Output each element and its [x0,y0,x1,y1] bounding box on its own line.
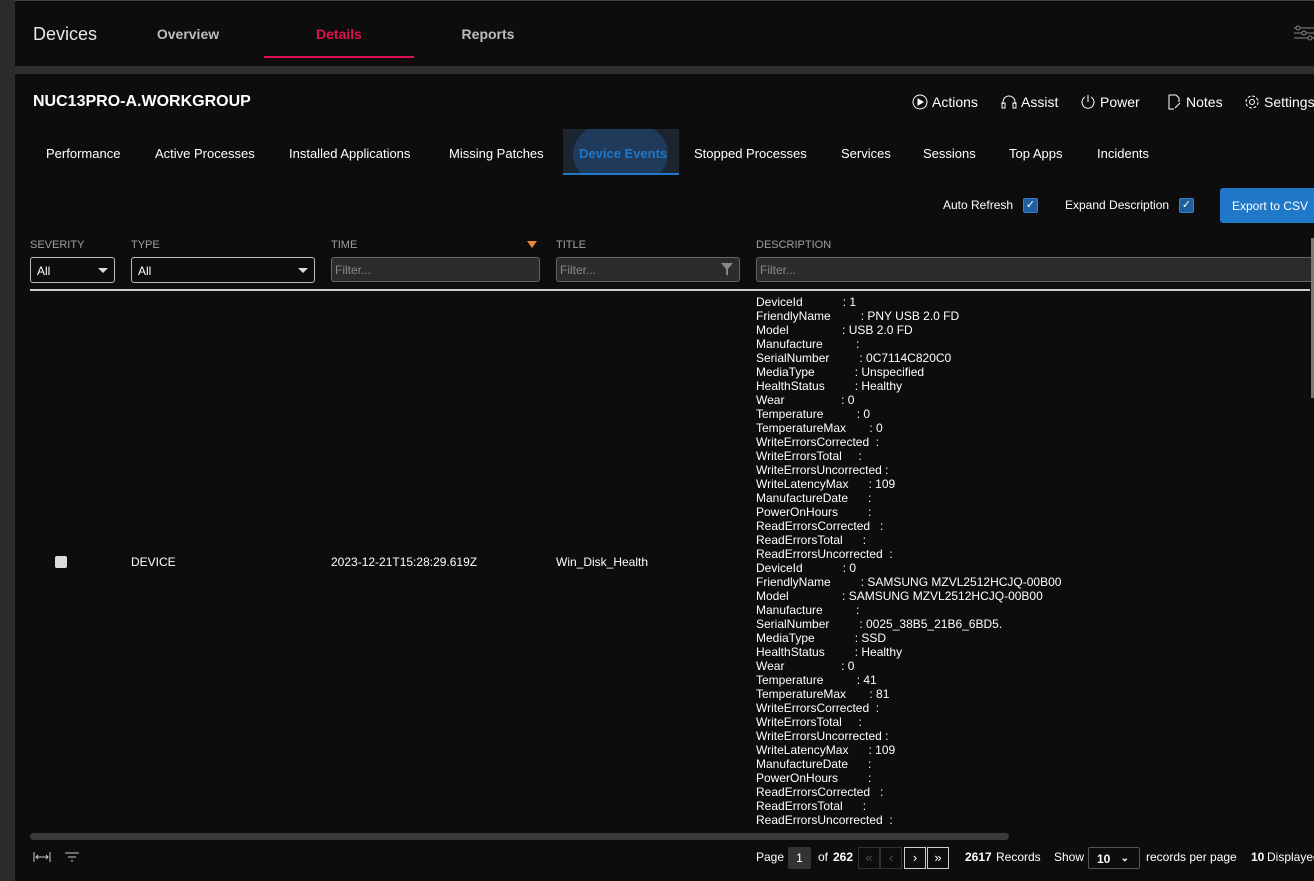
sort-desc-icon[interactable] [527,241,537,248]
total-pages: 262 [833,850,854,864]
subtab-incidents[interactable]: Incidents [1097,146,1149,161]
left-strip [0,0,15,881]
col-type[interactable]: TYPE [131,239,160,251]
settings-button[interactable]: Settings [1244,94,1314,110]
chevron-down-icon: ⌄ [1120,853,1129,864]
nav-active-indicator [264,56,414,58]
notes-label: Notes [1186,94,1223,110]
subtab-performance[interactable]: Performance [46,146,120,161]
displayed-label: Displayed [1267,850,1314,864]
next-page-button[interactable]: › [904,847,926,869]
notes-button[interactable]: Notes [1166,94,1223,110]
first-page-button[interactable]: « [858,847,880,869]
severity-indicator [55,556,67,568]
last-page-button[interactable]: » [927,847,949,869]
caret-down-icon [98,268,108,273]
col-title[interactable]: TITLE [556,239,586,251]
severity-filter-value: All [37,264,51,278]
caret-down-icon [298,268,308,273]
header-divider [30,289,1310,291]
records-label: Records [996,850,1041,864]
filter-funnel-icon[interactable] [721,263,733,276]
page-label: Page [756,850,785,864]
nav-tab-reports[interactable]: Reports [413,26,563,42]
description-filter-input[interactable] [756,257,1314,282]
horizontal-scrollbar[interactable] [30,833,1009,840]
export-csv-button[interactable]: Export to CSV [1220,188,1314,223]
actions-label: Actions [932,94,978,110]
type-filter-value: All [138,264,152,278]
subtab-top-apps[interactable]: Top Apps [1009,146,1063,161]
subtab-stopped-processes[interactable]: Stopped Processes [694,146,807,161]
nav-tab-details[interactable]: Details [264,26,414,42]
power-button[interactable]: Power [1080,94,1140,110]
page-number-input[interactable]: 1 [788,847,811,869]
of-label: of [818,850,829,864]
device-name: NUC13PRO-A.WORKGROUP [33,93,251,110]
auto-refresh-checkbox[interactable]: ✓ [1023,198,1038,213]
show-label: Show [1054,850,1085,864]
expand-description-checkbox[interactable]: ✓ [1179,198,1194,213]
row-type: DEVICE [131,555,176,569]
app-title: Devices [33,24,98,44]
assist-label: Assist [1021,94,1059,110]
col-time[interactable]: TIME [331,239,357,251]
power-icon [1081,95,1095,109]
filter-list-icon[interactable] [63,850,81,864]
headset-icon [1001,95,1017,109]
subtab-sessions[interactable]: Sessions [923,146,976,161]
assist-button[interactable]: Assist [1001,94,1058,110]
severity-filter-select[interactable]: All [30,257,115,283]
per-page-label: records per page [1146,850,1237,864]
subtab-installed-applications[interactable]: Installed Applications [289,146,410,161]
settings-label: Settings [1264,94,1314,110]
expand-description-label: Expand Description [1065,198,1170,212]
auto-refresh-label: Auto Refresh [943,198,1014,212]
per-page-value: 10 [1097,852,1111,866]
col-severity[interactable]: SEVERITY [30,239,84,251]
gear-icon [1245,95,1259,109]
col-description[interactable]: DESCRIPTION [756,239,831,251]
subtab-services[interactable]: Services [841,146,891,161]
type-filter-select[interactable]: All [131,257,315,283]
row-description: DeviceId : 1 FriendlyName : PNY USB 2.0 … [756,295,1062,827]
records-count: 2617 [965,850,992,864]
actions-button[interactable]: Actions [912,94,978,110]
play-circle-icon [912,94,928,110]
nav-tab-overview[interactable]: Overview [113,26,263,42]
time-filter-input[interactable] [331,257,540,282]
subtab-active-processes[interactable]: Active Processes [155,146,255,161]
sliders-icon[interactable] [1294,25,1314,41]
top-nav: Devices Overview Details Reports [15,0,1314,66]
subtab-missing-patches[interactable]: Missing Patches [449,146,544,161]
power-label: Power [1100,94,1140,110]
row-time: 2023-12-21T15:28:29.619Z [331,555,478,569]
prev-page-button[interactable]: ‹ [880,847,902,869]
displayed-count: 10 [1251,850,1265,864]
title-filter-input[interactable] [556,257,740,282]
fit-columns-icon[interactable] [33,850,51,864]
per-page-select[interactable]: 10 ⌄ [1088,847,1140,869]
subtab-device-events[interactable]: Device Events [579,146,667,161]
divider [15,66,1314,74]
notes-icon [1168,94,1181,110]
row-title: Win_Disk_Health [556,555,649,569]
